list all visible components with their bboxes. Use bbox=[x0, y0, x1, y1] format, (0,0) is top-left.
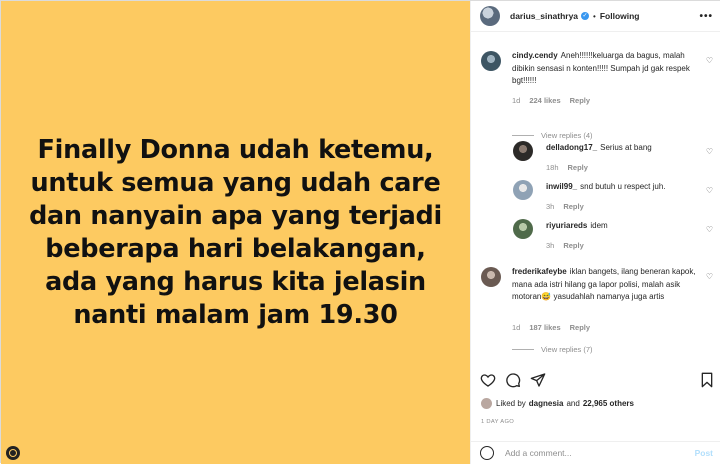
view-replies-label: View replies (4) bbox=[541, 131, 593, 140]
liker-username[interactable]: dagnesia bbox=[529, 399, 564, 408]
comment-age: 18h bbox=[546, 163, 559, 172]
heart-icon[interactable] bbox=[480, 372, 496, 388]
comment-body: delladong17_ Serius at bang bbox=[546, 142, 706, 155]
post-time[interactable]: 1 DAY AGO bbox=[481, 419, 514, 425]
share-icon[interactable] bbox=[530, 372, 546, 388]
reply-button[interactable]: Reply bbox=[570, 323, 590, 332]
comments-list[interactable]: cindy.cendy Aneh!!!!!!keluarga da bagus, … bbox=[471, 32, 720, 362]
emoji-icon[interactable] bbox=[480, 446, 494, 460]
commenter-avatar[interactable] bbox=[513, 180, 533, 200]
comment-body: riyuriareds idem bbox=[546, 220, 706, 233]
post-text-line: ada yang harus kita jelasin bbox=[45, 266, 426, 297]
commenter-username[interactable]: delladong17_ bbox=[546, 143, 597, 152]
post-image: Finally Donna udah ketemu, untuk semua y… bbox=[1, 1, 470, 464]
post-comment-button[interactable]: Post bbox=[695, 448, 713, 458]
post-header: darius_sinathrya ✓ • Following ••• bbox=[471, 1, 720, 32]
likes-prefix: Liked by bbox=[496, 399, 526, 408]
comment-body: frederikafeybe iklan bangets, ilang bener… bbox=[512, 266, 702, 304]
likes-and: and bbox=[566, 399, 580, 408]
comment-age: 1d bbox=[512, 96, 521, 105]
comment-body: cindy.cendy Aneh!!!!!!keluarga da bagus, … bbox=[512, 50, 702, 88]
post-text-line: Finally Donna udah ketemu, bbox=[37, 134, 434, 165]
post-text-line: untuk semua yang udah care bbox=[30, 167, 441, 198]
more-options-icon[interactable]: ••• bbox=[699, 11, 713, 22]
comment-likes[interactable]: 224 likes bbox=[529, 96, 560, 105]
commenter-avatar[interactable] bbox=[481, 267, 501, 287]
add-comment-bar: Add a comment... Post bbox=[471, 441, 720, 464]
tagged-user-icon[interactable] bbox=[6, 446, 20, 460]
post-dialog: Finally Donna udah ketemu, untuk semua y… bbox=[0, 0, 720, 464]
comment-text: idem bbox=[590, 221, 608, 230]
reply-button[interactable]: Reply bbox=[563, 202, 583, 211]
comment-text: Serius at bang bbox=[600, 143, 652, 152]
bookmark-icon[interactable] bbox=[700, 372, 714, 388]
comment-like-icon[interactable]: ♡ bbox=[706, 56, 713, 65]
comment-like-icon[interactable]: ♡ bbox=[706, 186, 713, 195]
comment-like-icon[interactable]: ♡ bbox=[706, 147, 713, 156]
header-separator: • bbox=[593, 11, 596, 21]
comment-body: inwil99_ snd butuh u respect juh. bbox=[546, 181, 706, 194]
commenter-avatar[interactable] bbox=[481, 51, 501, 71]
comment-age: 3h bbox=[546, 241, 555, 250]
comment-text: snd butuh u respect juh. bbox=[580, 182, 666, 191]
commenter-avatar[interactable] bbox=[513, 219, 533, 239]
comment-meta: 1d 187 likes Reply bbox=[512, 323, 599, 332]
view-replies-button[interactable]: View replies (7) bbox=[512, 345, 593, 354]
post-image-text: Finally Donna udah ketemu, untuk semua y… bbox=[6, 134, 466, 332]
view-replies-label: View replies (7) bbox=[541, 345, 593, 354]
comment-input[interactable]: Add a comment... bbox=[505, 448, 695, 458]
post-text-line: nanti malam jam 19.30 bbox=[73, 299, 398, 330]
commenter-username[interactable]: inwil99_ bbox=[546, 182, 577, 191]
post-text-line: dan nanyain apa yang terjadi bbox=[29, 200, 442, 231]
comment-like-icon[interactable]: ♡ bbox=[706, 272, 713, 281]
liker-avatar[interactable] bbox=[481, 398, 492, 409]
comment-meta: 1d 224 likes Reply bbox=[512, 96, 599, 105]
post-sidebar: darius_sinathrya ✓ • Following ••• cindy… bbox=[470, 1, 720, 464]
post-text-line: beberapa hari belakangan, bbox=[45, 233, 426, 264]
reply-button[interactable]: Reply bbox=[563, 241, 583, 250]
author-avatar[interactable] bbox=[480, 6, 500, 26]
likes-others[interactable]: 22,965 others bbox=[583, 399, 634, 408]
comment-likes[interactable]: 187 likes bbox=[529, 323, 560, 332]
commenter-username[interactable]: frederikafeybe bbox=[512, 267, 567, 276]
author-username[interactable]: darius_sinathrya bbox=[510, 11, 578, 21]
post-actions bbox=[471, 370, 720, 392]
comment-age: 1d bbox=[512, 323, 521, 332]
view-replies-button[interactable]: View replies (4) bbox=[512, 131, 593, 140]
likes-summary: Liked by dagnesia and 22,965 others bbox=[481, 398, 637, 409]
following-button[interactable]: Following bbox=[600, 11, 640, 21]
reply-button[interactable]: Reply bbox=[568, 163, 588, 172]
comment-icon[interactable] bbox=[505, 372, 521, 388]
comment-meta: 3h Reply bbox=[546, 202, 593, 211]
comment-meta: 18h Reply bbox=[546, 163, 597, 172]
comment-like-icon[interactable]: ♡ bbox=[706, 225, 713, 234]
reply-button[interactable]: Reply bbox=[570, 96, 590, 105]
commenter-username[interactable]: cindy.cendy bbox=[512, 51, 558, 60]
commenter-avatar[interactable] bbox=[513, 141, 533, 161]
comment-age: 3h bbox=[546, 202, 555, 211]
verified-icon: ✓ bbox=[581, 12, 590, 20]
comment-meta: 3h Reply bbox=[546, 241, 593, 250]
commenter-username[interactable]: riyuriareds bbox=[546, 221, 587, 230]
